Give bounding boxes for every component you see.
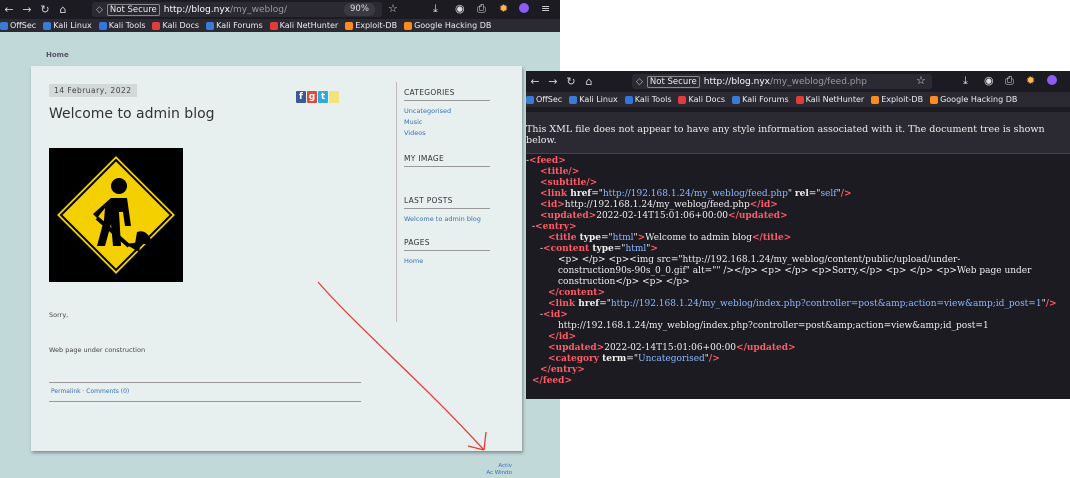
xml-category: <category term="Uncategorised"/> [548, 354, 720, 364]
bookmark-label: Kali Forums [742, 95, 789, 104]
xml-entry-id-close: </id> [548, 332, 577, 342]
kali-icon [569, 95, 578, 104]
xml-link: <link href="http://192.168.1.24/my_weblo… [540, 189, 852, 199]
bookmarks-bar: OffSec Kali Linux Kali Tools Kali Docs K… [526, 92, 1070, 107]
bookmark-offsec[interactable]: OffSec [526, 95, 562, 104]
bookmark-label: Kali NetHunter [805, 95, 865, 104]
xml-link-rel: self [820, 189, 837, 199]
not-secure-badge[interactable]: Not Secure [646, 75, 700, 88]
xml-entry-open[interactable]: -<entry> [532, 222, 577, 233]
xml-title-type: html [612, 233, 634, 243]
bookmark-star-icon[interactable]: ☆ [916, 74, 926, 87]
home-icon[interactable]: ⌂ [580, 75, 598, 88]
xml-updated-value: 2022-02-14T15:01:06+00:00 [596, 211, 729, 221]
bookmark-kali-docs[interactable]: Kali Docs [678, 95, 725, 104]
ghdb-icon [930, 95, 939, 104]
xml-title: <title/> [540, 167, 580, 177]
xml-entry-title-value: Welcome to admin blog [645, 233, 752, 243]
kali-forums-icon [732, 95, 741, 104]
xml-id-value: http://192.168.1.24/my_weblog/feed.php [564, 200, 750, 210]
xml-content-line2: construction90s-90s_0_0.gif" alt="" /></… [558, 266, 1032, 276]
bookmark-label: Kali Linux [579, 95, 618, 104]
xml-entry-close: </entry> [540, 365, 585, 375]
bookmark-kali-tools[interactable]: Kali Tools [624, 95, 672, 104]
xml-entry-id-open[interactable]: -<id> [540, 310, 568, 321]
url-path: /my_weblog/feed.php [769, 76, 867, 87]
reload-icon[interactable]: ↻ [562, 75, 580, 88]
xml-updated: <updated>2022-02-14T15:01:06+00:00</upda… [540, 211, 788, 221]
right-browser-window: ← → ↻ ⌂ ◇ Not Secure http://blog.nyx/my_… [526, 71, 1070, 399]
xml-style-notice: This XML file does not appear to have an… [526, 112, 1070, 154]
bookmark-label: OffSec [536, 95, 563, 104]
xml-entry-id-value: http://192.168.1.24/my_weblog/index.php?… [558, 321, 989, 331]
xml-entry-updated: <updated>2022-02-14T15:01:06+00:00</upda… [548, 343, 796, 353]
xml-id: <id>http://192.168.1.24/my_weblog/feed.p… [540, 200, 778, 210]
kali-tools-icon [624, 95, 633, 104]
profile-icon[interactable] [1047, 75, 1057, 85]
right-browser-toolbar: ← → ↻ ⌂ ◇ Not Secure http://blog.nyx/my_… [526, 71, 1070, 92]
xml-content-line1: <p> </p> <p><img src="http://192.168.1.2… [558, 255, 961, 265]
bookmark-kali-nethunter[interactable]: Kali NetHunter [795, 95, 865, 104]
xml-subtitle: <subtitle/> [540, 178, 598, 188]
bookmark-google-hacking-db[interactable]: Google Hacking DB [930, 95, 1017, 104]
xml-content-type: html [625, 244, 647, 254]
xml-feed-open[interactable]: -<feed> [526, 156, 566, 167]
back-icon[interactable]: ← [526, 75, 544, 88]
bookmark-label: Kali Tools [634, 95, 672, 104]
bookmark-kali-linux[interactable]: Kali Linux [569, 95, 618, 104]
bookmark-kali-forums[interactable]: Kali Forums [732, 95, 789, 104]
xml-content-close: </content> [548, 288, 605, 298]
account-icon[interactable]: ◉ [984, 74, 994, 87]
url-bar[interactable]: ◇ Not Secure http://blog.nyx/my_weblog/f… [632, 74, 932, 89]
bookmark-exploit-db[interactable]: Exploit-DB [871, 95, 923, 104]
xml-content-line3: construction</p> <p> </p> [558, 277, 690, 287]
nethunter-icon [795, 95, 804, 104]
download-icon[interactable]: ⤓ [963, 74, 968, 88]
xml-entry-link: <link href="http://192.168.1.24/my_weblo… [548, 299, 1057, 309]
bookmark-label: Google Hacking DB [940, 95, 1018, 104]
bookmark-label: Kali Docs [688, 95, 726, 104]
url-host: http://blog.nyx [703, 76, 770, 87]
shield-icon: ◇ [636, 76, 643, 87]
offsec-icon [526, 95, 534, 104]
xml-content-open[interactable]: -<content type="html"> [540, 244, 658, 255]
xml-link-href: http://192.168.1.24/my_weblog/feed.php [602, 189, 788, 199]
xml-entry-updated-value: 2022-02-14T15:01:06+00:00 [604, 343, 737, 353]
xml-notice-text: This XML file does not appear to have an… [526, 124, 1045, 146]
xml-feed-close: </feed> [532, 376, 572, 386]
forward-icon[interactable]: → [544, 75, 562, 88]
extensions-icon[interactable]: ⎙ [1005, 74, 1014, 88]
xml-entry-title: <title type="html">Welcome to admin blog… [548, 233, 792, 243]
xml-category-term: Uncategorised [637, 354, 705, 364]
bookmark-label: Exploit-DB [881, 95, 924, 104]
kali-docs-icon [678, 95, 687, 104]
xml-entry-link-href: http://192.168.1.24/my_weblog/index.php?… [610, 299, 1042, 309]
exploit-db-icon [871, 95, 880, 104]
settings-icon[interactable]: ✹ [1026, 74, 1035, 87]
